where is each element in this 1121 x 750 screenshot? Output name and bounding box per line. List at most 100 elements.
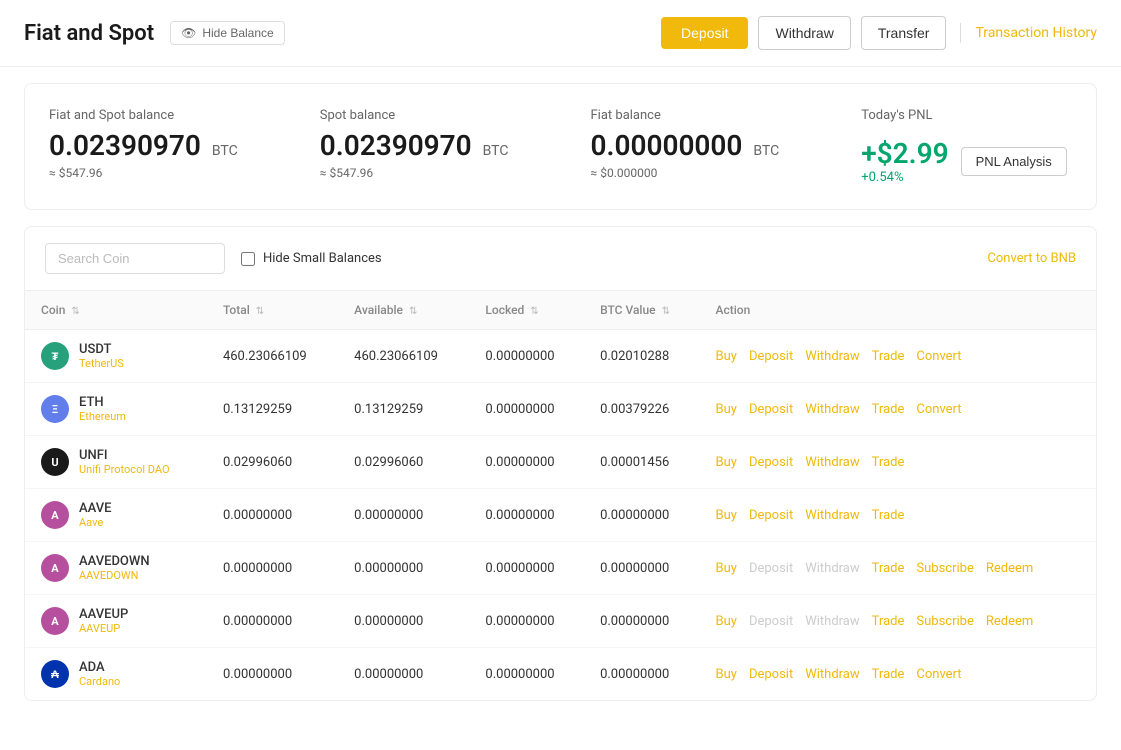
action-buy-link[interactable]: Buy <box>716 402 737 417</box>
action-trade-link[interactable]: Trade <box>872 455 905 470</box>
total-cell: 0.02996060 <box>207 436 338 489</box>
coin-symbol: USDT <box>79 342 124 357</box>
fiat-balance-label: Fiat balance <box>591 108 802 123</box>
coin-sort-icon[interactable]: ⇅ <box>71 306 79 317</box>
header-actions: Deposit Withdraw Transfer Transaction Hi… <box>661 16 1097 50</box>
action-subscribe-link[interactable]: Subscribe <box>916 561 973 576</box>
btc-value-cell: 0.00000000 <box>584 542 699 595</box>
action-subscribe-link[interactable]: Subscribe <box>916 614 973 629</box>
action-trade-link[interactable]: Trade <box>872 614 905 629</box>
btc-value-sort-icon[interactable]: ⇅ <box>662 306 670 317</box>
locked-cell: 0.00000000 <box>469 383 584 436</box>
table-row: U UNFI Unifi Protocol DAO 0.029960600.02… <box>25 436 1096 489</box>
available-cell: 0.00000000 <box>338 648 469 701</box>
btc-value-cell: 0.00379226 <box>584 383 699 436</box>
coin-cell: A AAVE Aave <box>25 489 207 542</box>
action-deposit-link[interactable]: Deposit <box>749 508 793 523</box>
action-withdraw-link[interactable]: Withdraw <box>805 455 859 470</box>
available-cell: 0.00000000 <box>338 489 469 542</box>
col-available: Available ⇅ <box>338 291 469 330</box>
action-buy-link[interactable]: Buy <box>716 349 737 364</box>
action-trade-link[interactable]: Trade <box>872 667 905 682</box>
fiat-spot-balance-label: Fiat and Spot balance <box>49 108 260 123</box>
hide-balance-button[interactable]: 👁 Hide Balance <box>170 21 285 45</box>
action-cell: Buy Deposit Withdraw Trade Convert <box>700 330 1096 383</box>
action-trade-link[interactable]: Trade <box>872 349 905 364</box>
action-withdraw-link[interactable]: Withdraw <box>805 402 859 417</box>
action-deposit-link: Deposit <box>749 614 793 629</box>
action-withdraw-link[interactable]: Withdraw <box>805 349 859 364</box>
coin-cell: ₮ USDT TetherUS <box>25 330 207 383</box>
action-deposit-link[interactable]: Deposit <box>749 455 793 470</box>
hide-small-balances-checkbox[interactable] <box>241 252 255 266</box>
coin-name-link[interactable]: TetherUS <box>79 357 124 370</box>
coin-symbol: ADA <box>79 660 120 675</box>
search-input[interactable] <box>45 243 225 274</box>
coin-name-link[interactable]: Aave <box>79 516 111 529</box>
fiat-spot-balance-usd: ≈ $547.96 <box>49 166 260 180</box>
action-redeem-link[interactable]: Redeem <box>986 614 1033 629</box>
action-cell: Buy Deposit Withdraw Trade Convert <box>700 648 1096 701</box>
action-cell: Buy Deposit Withdraw Trade Convert <box>700 383 1096 436</box>
action-redeem-link[interactable]: Redeem <box>986 561 1033 576</box>
btc-value-cell: 0.00000000 <box>584 648 699 701</box>
table-row: Ξ ETH Ethereum 0.131292590.131292590.000… <box>25 383 1096 436</box>
coin-name-link[interactable]: Ethereum <box>79 410 126 423</box>
coin-icon-ada: ₳ <box>41 660 69 688</box>
coin-name-link[interactable]: AAVEUP <box>79 622 128 635</box>
action-trade-link[interactable]: Trade <box>872 508 905 523</box>
col-btc-value: BTC Value ⇅ <box>584 291 699 330</box>
deposit-button[interactable]: Deposit <box>661 17 748 49</box>
action-withdraw-link: Withdraw <box>805 614 859 629</box>
hide-small-balances-label[interactable]: Hide Small Balances <box>241 251 382 266</box>
coin-name-link[interactable]: Cardano <box>79 675 120 688</box>
action-convert-link[interactable]: Convert <box>916 349 961 364</box>
table-row: A AAVE Aave 0.000000000.000000000.000000… <box>25 489 1096 542</box>
action-deposit-link[interactable]: Deposit <box>749 667 793 682</box>
coin-cell: A AAVEUP AAVEUP <box>25 595 207 648</box>
coin-icon-eth: Ξ <box>41 395 69 423</box>
coin-icon-aave: A <box>41 501 69 529</box>
action-convert-link[interactable]: Convert <box>916 402 961 417</box>
coin-symbol: AAVE <box>79 501 111 516</box>
action-withdraw-link[interactable]: Withdraw <box>805 667 859 682</box>
action-deposit-link[interactable]: Deposit <box>749 349 793 364</box>
eye-icon: 👁 <box>181 26 196 40</box>
action-buy-link[interactable]: Buy <box>716 667 737 682</box>
locked-cell: 0.00000000 <box>469 330 584 383</box>
coin-name-link[interactable]: AAVEDOWN <box>79 569 150 582</box>
total-sort-icon[interactable]: ⇅ <box>256 306 264 317</box>
action-withdraw-link[interactable]: Withdraw <box>805 508 859 523</box>
withdraw-button[interactable]: Withdraw <box>758 16 850 50</box>
action-buy-link[interactable]: Buy <box>716 455 737 470</box>
transfer-button[interactable]: Transfer <box>861 16 947 50</box>
spot-balance-amount: 0.02390970 BTC <box>320 129 531 162</box>
action-trade-link[interactable]: Trade <box>872 402 905 417</box>
locked-sort-icon[interactable]: ⇅ <box>530 306 538 317</box>
locked-cell: 0.00000000 <box>469 489 584 542</box>
action-buy-link[interactable]: Buy <box>716 561 737 576</box>
action-convert-link[interactable]: Convert <box>916 667 961 682</box>
transaction-history-link[interactable]: Transaction History <box>975 25 1097 41</box>
btc-value-cell: 0.00000000 <box>584 489 699 542</box>
action-trade-link[interactable]: Trade <box>872 561 905 576</box>
coin-table: Coin ⇅ Total ⇅ Available ⇅ Locked ⇅ <box>25 291 1096 700</box>
btc-value-cell: 0.00001456 <box>584 436 699 489</box>
coin-toolbar: Hide Small Balances Convert to BNB <box>25 227 1096 291</box>
coin-icon-aaveup: A <box>41 607 69 635</box>
action-cell: Buy Deposit Withdraw Trade Subscribe Redeem <box>700 595 1096 648</box>
coin-name-link[interactable]: Unifi Protocol DAO <box>79 463 170 476</box>
convert-bnb-link[interactable]: Convert to BNB <box>987 251 1076 266</box>
action-buy-link[interactable]: Buy <box>716 614 737 629</box>
action-buy-link[interactable]: Buy <box>716 508 737 523</box>
available-sort-icon[interactable]: ⇅ <box>409 306 417 317</box>
coin-symbol: AAVEUP <box>79 607 128 622</box>
action-cell: Buy Deposit Withdraw Trade <box>700 436 1096 489</box>
col-action: Action <box>700 291 1096 330</box>
table-row: ₮ USDT TetherUS 460.23066109460.23066109… <box>25 330 1096 383</box>
action-deposit-link[interactable]: Deposit <box>749 402 793 417</box>
pnl-analysis-button[interactable]: PNL Analysis <box>961 147 1067 176</box>
total-cell: 0.00000000 <box>207 648 338 701</box>
action-cell: BuyDepositWithdrawTradeSubscribeRedeem <box>700 542 1096 595</box>
pnl-section: Today's PNL +$2.99 +0.54% PNL Analysis <box>861 108 1072 185</box>
